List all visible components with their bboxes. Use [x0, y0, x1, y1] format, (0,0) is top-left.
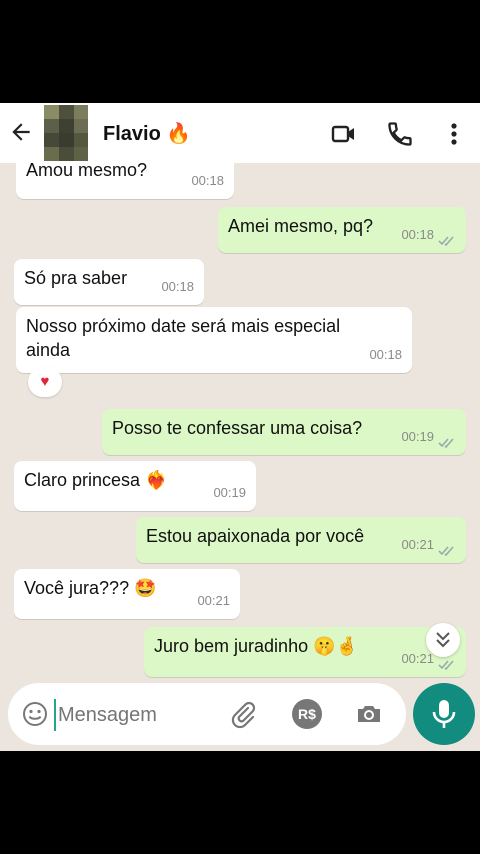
- message-input[interactable]: [54, 699, 220, 731]
- read-ticks-icon: [438, 438, 454, 449]
- payment-icon[interactable]: R$: [292, 699, 322, 729]
- read-ticks-icon: [438, 236, 454, 247]
- shush-crossed-fingers-emoji: 🤫🤞: [313, 636, 358, 656]
- message-text: Amou mesmo?: [26, 163, 148, 180]
- message-incoming[interactable]: Você jura??? 🤩 00:21: [14, 569, 240, 619]
- message-text: Estou apaixonada por você: [146, 526, 365, 546]
- message-time: 00:19: [401, 429, 434, 444]
- mic-icon: [432, 700, 456, 728]
- back-arrow-icon[interactable]: [8, 119, 34, 145]
- message-outgoing[interactable]: Juro bem juradinho 🤫🤞 00:21: [144, 627, 466, 677]
- heart-on-fire-emoji: ❤️‍🔥: [145, 470, 168, 490]
- message-time: 00:18: [401, 227, 434, 242]
- message-incoming[interactable]: Nosso próximo date será mais especial ai…: [16, 307, 412, 373]
- message-text: Só pra saber: [24, 268, 128, 288]
- message-composer: R$: [8, 683, 406, 745]
- message-text: Juro bem juradinho: [154, 636, 309, 656]
- message-time: 00:18: [161, 279, 194, 294]
- message-time: 00:19: [213, 485, 246, 500]
- message-text: Nosso próximo date será mais especial ai…: [26, 316, 341, 360]
- message-outgoing[interactable]: Amei mesmo, pq? 00:18: [218, 207, 466, 253]
- message-text: Amei mesmo, pq?: [228, 216, 374, 236]
- contact-name[interactable]: Flavio 🔥: [103, 121, 191, 146]
- message-text: Posso te confessar uma coisa?: [112, 418, 363, 438]
- more-options-icon[interactable]: [440, 120, 468, 148]
- read-ticks-icon: [438, 546, 454, 557]
- double-chevron-down-icon: [436, 632, 450, 648]
- message-time: 00:21: [197, 593, 230, 608]
- message-reaction[interactable]: ♥: [28, 367, 62, 397]
- video-call-icon[interactable]: [330, 120, 358, 148]
- message-incoming[interactable]: Claro princesa ❤️‍🔥 00:19: [14, 461, 256, 511]
- star-struck-emoji: 🤩: [134, 578, 157, 598]
- attach-icon[interactable]: [228, 699, 258, 729]
- camera-icon[interactable]: [354, 699, 384, 729]
- avatar[interactable]: [44, 105, 88, 161]
- phone-icon[interactable]: [386, 120, 414, 148]
- message-time: 00:21: [401, 537, 434, 552]
- scroll-to-bottom-button[interactable]: [426, 623, 460, 657]
- whatsapp-chat-screen: Flavio 🔥 Amou mesmo? 00:18 Amei mesmo, p…: [0, 103, 480, 751]
- voice-record-button[interactable]: [413, 683, 475, 745]
- message-text: Claro princesa: [24, 470, 141, 490]
- message-time: 00:18: [369, 347, 402, 362]
- message-outgoing[interactable]: Estou apaixonada por você 00:21: [136, 517, 466, 563]
- chat-header: Flavio 🔥: [0, 103, 480, 163]
- emoji-icon[interactable]: [20, 699, 50, 729]
- message-list[interactable]: Amou mesmo? 00:18 Amei mesmo, pq? 00:18 …: [0, 163, 480, 683]
- message-text: Você jura???: [24, 578, 130, 598]
- message-incoming[interactable]: Só pra saber 00:18: [14, 259, 204, 305]
- message-outgoing[interactable]: Posso te confessar uma coisa? 00:19: [102, 409, 466, 455]
- read-ticks-icon: [438, 660, 454, 671]
- message-incoming[interactable]: Amou mesmo? 00:18: [16, 163, 234, 199]
- message-time: 00:18: [191, 173, 224, 188]
